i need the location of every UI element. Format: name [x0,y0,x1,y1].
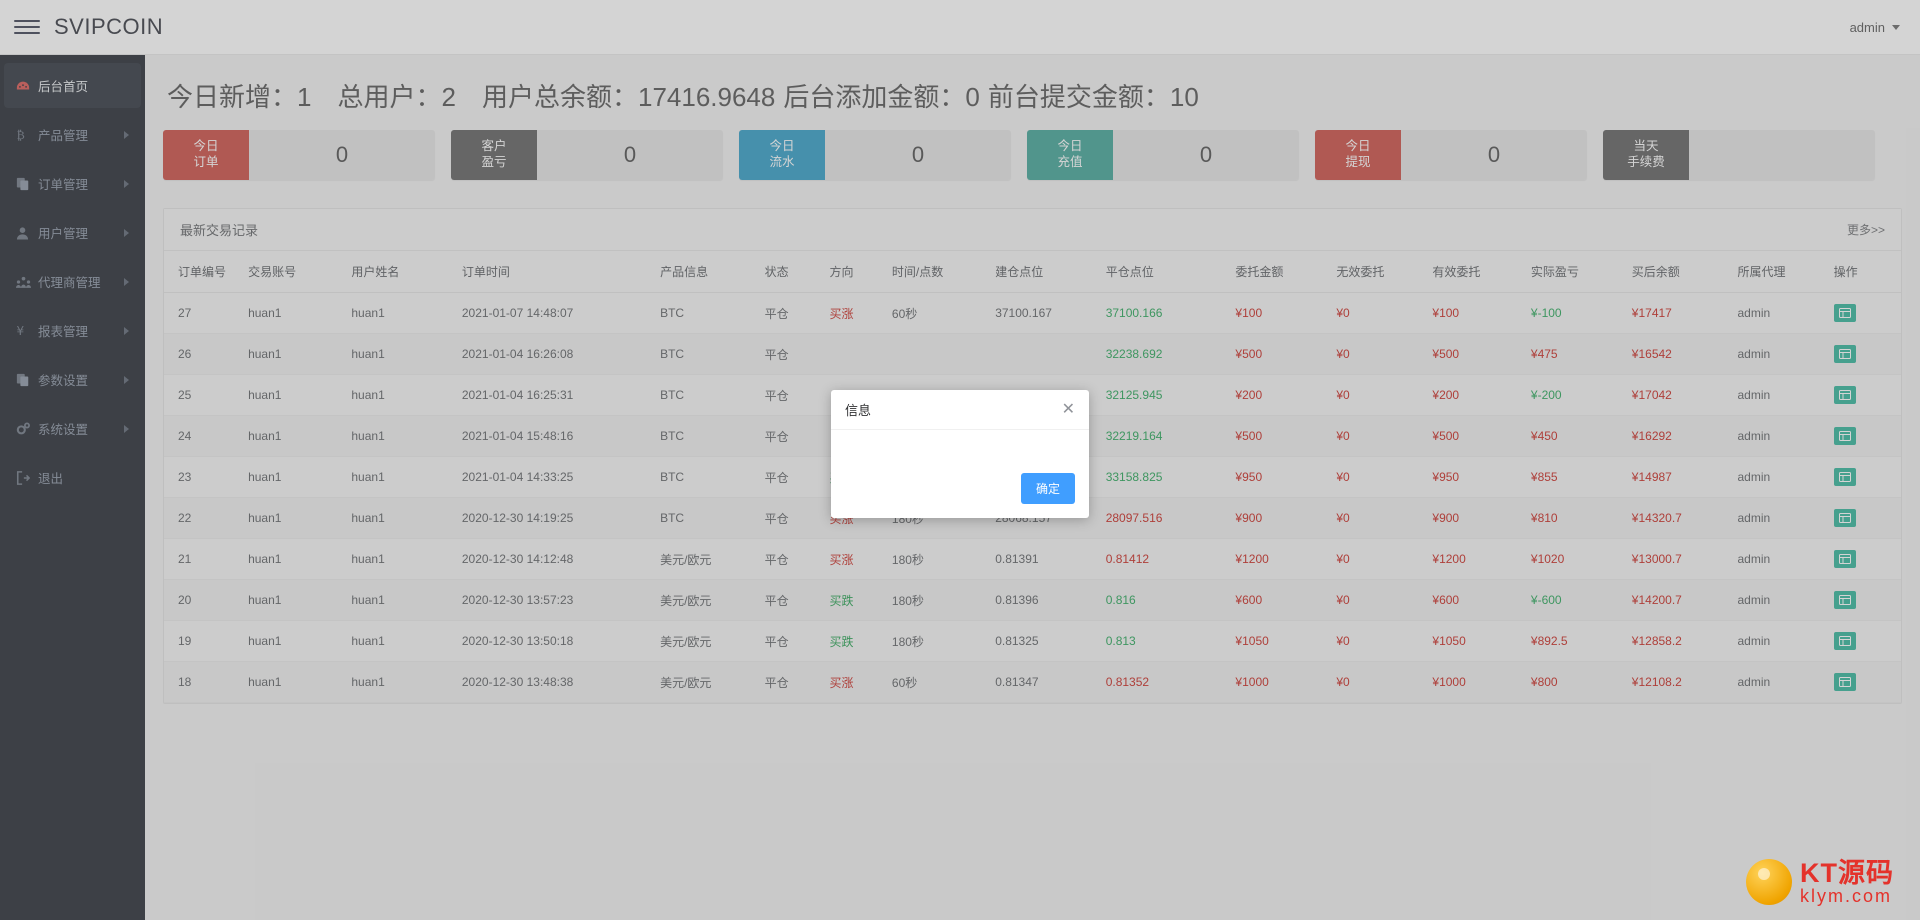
close-icon[interactable]: ✕ [1062,402,1075,418]
app-root: SVIPCOIN admin 后台首页 ₿ 产品管理 订单管理 [0,0,1920,920]
confirm-button[interactable]: 确定 [1021,473,1075,504]
modal-body [831,430,1089,473]
watermark: KT源码 klym.com [1746,859,1894,906]
watermark-line1: KT源码 [1800,859,1894,887]
modal-header: 信息 ✕ [831,390,1089,430]
info-modal: 信息 ✕ 确定 [831,390,1089,518]
watermark-logo-icon [1746,859,1792,905]
watermark-text: KT源码 klym.com [1800,859,1894,906]
modal-title: 信息 [845,400,871,419]
modal-footer: 确定 [831,473,1089,518]
watermark-line2: klym.com [1800,887,1894,906]
